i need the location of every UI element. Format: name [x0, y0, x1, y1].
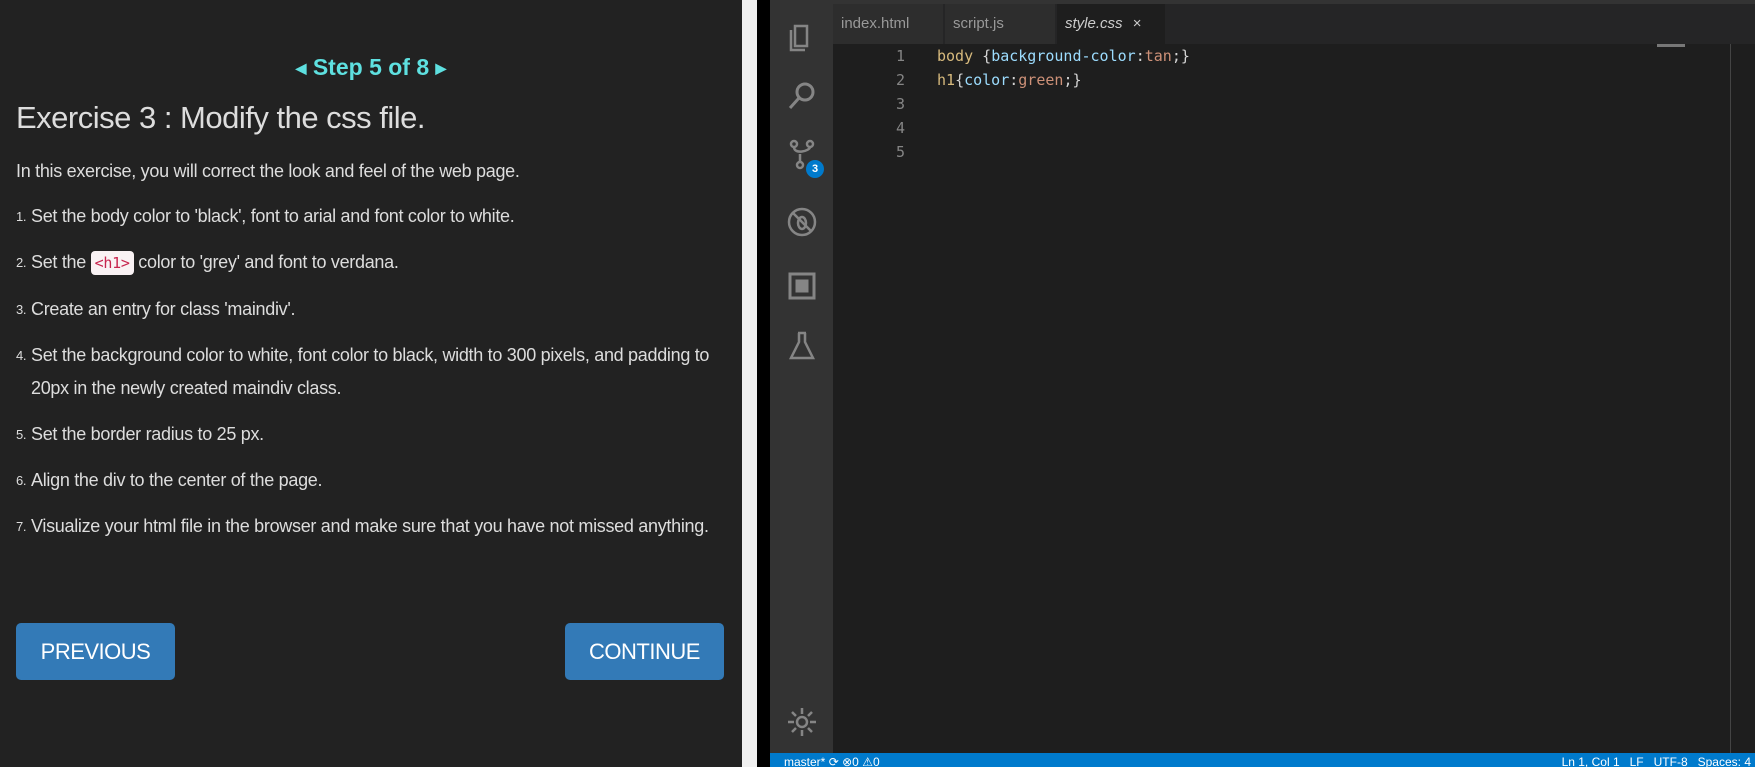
settings-gear-icon[interactable]	[786, 706, 818, 738]
item-number: 1.	[16, 209, 27, 224]
item-number: 7.	[16, 519, 27, 534]
value: tan	[1144, 47, 1172, 65]
code-line: h1{color:green;}	[937, 68, 1082, 92]
property: color	[964, 71, 1010, 89]
vertical-scrollbar[interactable]	[1730, 44, 1731, 753]
line-number: 1	[895, 47, 905, 65]
step-indicator: ◀ Step 5 of 8 ▶	[0, 54, 742, 81]
item-text: Visualize your html file in the browser …	[31, 516, 709, 536]
list-item: 3. Create an entry for class 'maindiv'.	[16, 293, 716, 326]
error-icon: ⊗	[842, 755, 853, 767]
warning-icon: ⚠	[862, 755, 873, 767]
tab-script-js[interactable]: script.js	[945, 4, 1055, 44]
item-text: Set the	[31, 252, 91, 272]
code-editor[interactable]: 1 body {background-color:tan;} 2 h1{colo…	[833, 44, 1755, 753]
previous-button[interactable]: PREVIOUS	[16, 623, 175, 680]
search-icon[interactable]	[786, 80, 818, 112]
source-control-icon[interactable]: 3	[786, 138, 824, 178]
splitter[interactable]	[742, 0, 757, 767]
line-number: 5	[895, 143, 905, 161]
code-line: body {background-color:tan;}	[937, 44, 1190, 68]
exercise-intro: In this exercise, you will correct the l…	[16, 161, 520, 181]
instruction-list: 1. Set the body color to 'black', font to…	[16, 200, 716, 556]
list-item: 2. Set the <h1> color to 'grey' and font …	[16, 246, 716, 280]
tab-style-css[interactable]: style.css ×	[1057, 4, 1165, 44]
minimap[interactable]	[1657, 44, 1685, 47]
value: green	[1018, 71, 1064, 89]
selector: h1	[937, 71, 956, 89]
activity-bar: 3	[770, 0, 833, 753]
test-flask-icon[interactable]	[786, 330, 818, 362]
extensions-icon[interactable]	[786, 270, 818, 302]
next-step-arrow-icon[interactable]: ▶	[436, 60, 447, 76]
item-text: color to 'grey' and font to verdana.	[133, 252, 399, 272]
brace: ;}	[1063, 71, 1082, 89]
status-bar: master* ⟳ ⊗0 ⚠0 Ln 1, Col 1 LF UTF-8 Spa…	[770, 753, 1755, 767]
list-item: 6. Align the div to the center of the pag…	[16, 464, 716, 497]
sync-icon[interactable]: ⟳	[829, 755, 839, 767]
selector: body	[937, 47, 974, 65]
debug-icon[interactable]	[786, 206, 818, 238]
step-label: Step 5 of 8	[312, 54, 430, 80]
error-count: 0	[852, 755, 859, 767]
brace: ;}	[1171, 47, 1190, 65]
item-text: Set the border radius to 25 px.	[31, 424, 264, 444]
brace: {	[955, 71, 965, 89]
tab-index-html[interactable]: index.html	[833, 4, 943, 44]
item-text: Create an entry for class 'maindiv'.	[31, 299, 296, 319]
tab-label: index.html	[841, 15, 910, 32]
branch-name: master*	[784, 755, 826, 767]
tutorial-panel: ◀ Step 5 of 8 ▶ Exercise 3 : Modify the …	[0, 0, 742, 767]
branch-status[interactable]: master* ⟳ ⊗0 ⚠0	[784, 753, 880, 767]
item-number: 3.	[16, 302, 27, 317]
item-number: 2.	[16, 255, 27, 270]
inline-code: <h1>	[90, 251, 134, 275]
exercise-title: Exercise 3 : Modify the css file.	[16, 100, 426, 135]
colon: :	[1135, 47, 1145, 65]
tab-label: script.js	[953, 15, 1004, 32]
list-item: 1. Set the body color to 'black', font to…	[16, 200, 716, 233]
list-item: 4. Set the background color to white, fon…	[16, 339, 716, 405]
list-item: 5. Set the border radius to 25 px.	[16, 418, 716, 451]
item-text: Set the background color to white, font …	[31, 345, 710, 398]
colon: :	[1009, 71, 1019, 89]
prev-step-arrow-icon[interactable]: ◀	[296, 60, 307, 76]
scm-badge: 3	[806, 160, 824, 178]
divider	[757, 0, 770, 767]
property: background-color	[991, 47, 1136, 65]
item-number: 5.	[16, 427, 27, 442]
editor-tabs: index.html script.js style.css ×	[833, 0, 1755, 44]
item-text: Align the div to the center of the page.	[31, 470, 323, 490]
line-number: 2	[895, 71, 905, 89]
line-number: 3	[895, 95, 905, 113]
item-number: 6.	[16, 473, 27, 488]
line-number: 4	[895, 119, 905, 137]
files-icon[interactable]	[786, 22, 818, 54]
cursor-encoding-status[interactable]: Ln 1, Col 1 LF UTF-8 Spaces: 4	[1562, 753, 1751, 767]
list-item: 7. Visualize your html file in the browse…	[16, 510, 716, 543]
item-text: Set the body color to 'black', font to a…	[31, 206, 515, 226]
tab-label: style.css	[1065, 15, 1123, 32]
brace: {	[973, 47, 992, 65]
close-icon[interactable]: ×	[1133, 15, 1142, 32]
warning-count: 0	[872, 755, 880, 767]
item-number: 4.	[16, 348, 27, 363]
continue-button[interactable]: CONTINUE	[565, 623, 724, 680]
